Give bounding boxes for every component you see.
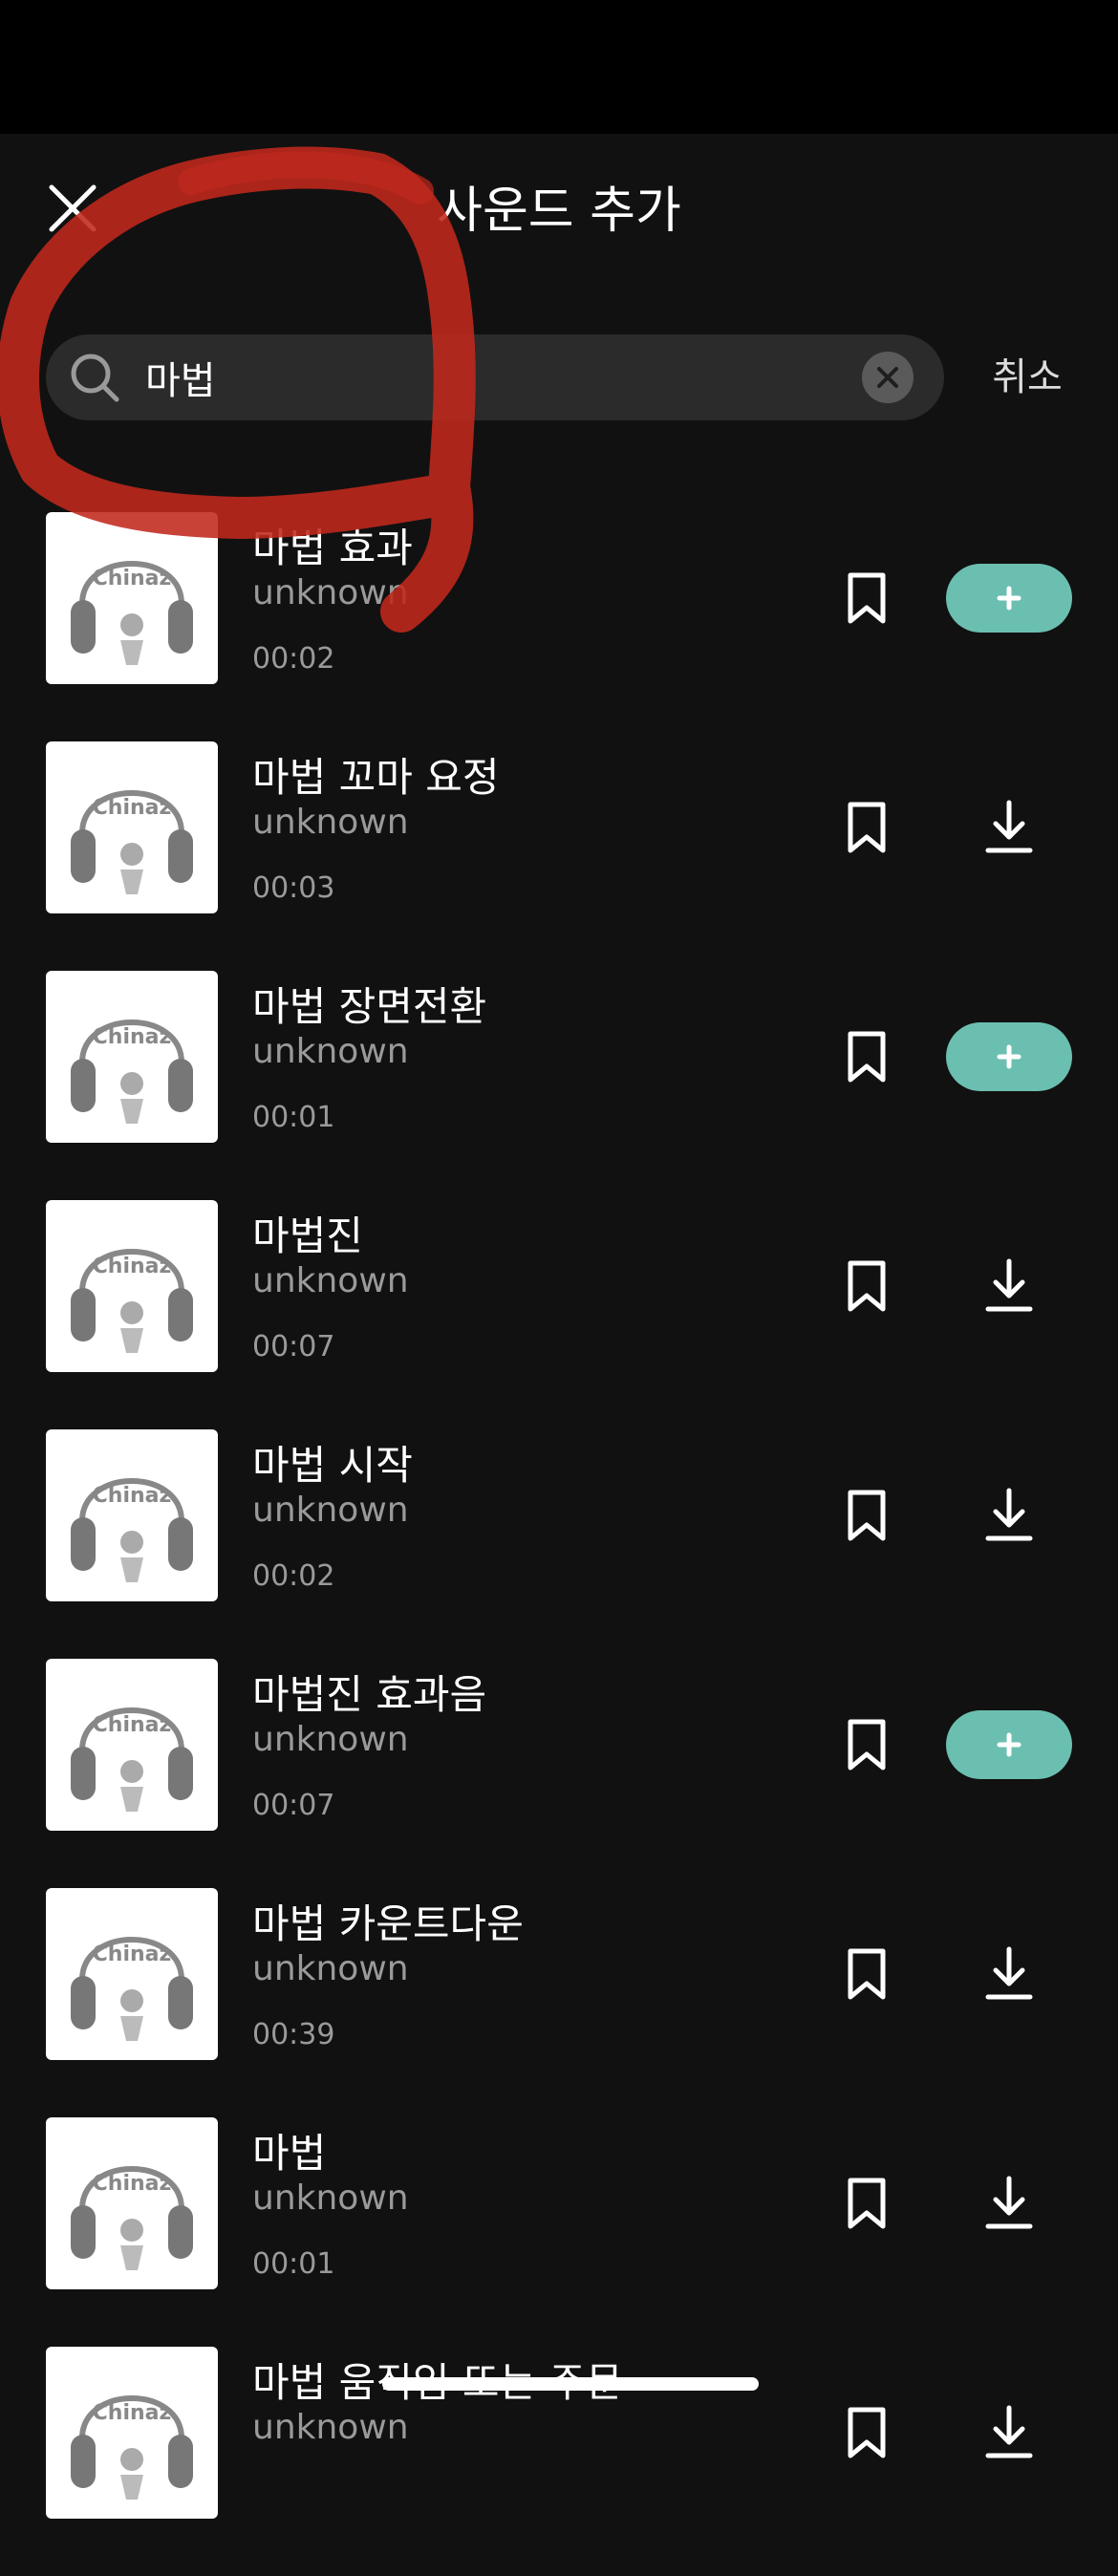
sound-row[interactable]: Chinaz 마법 효과 unknown 00:02 — [0, 512, 1118, 741]
sound-thumbnail: Chinaz — [46, 2117, 218, 2289]
thumbnail-logo-text: Chinaz — [93, 1484, 172, 1508]
bookmark-icon — [848, 2178, 886, 2229]
plus-icon — [997, 586, 1021, 611]
plus-icon — [997, 1044, 1021, 1069]
sound-thumbnail: Chinaz — [46, 971, 218, 1143]
download-button[interactable] — [980, 2402, 1038, 2463]
bookmark-icon — [848, 1948, 886, 2000]
sound-title: 마법 카운트다운 — [252, 1900, 524, 1947]
sound-duration: 00:01 — [252, 1101, 335, 1134]
sound-title: 마법 — [252, 2130, 327, 2177]
download-button[interactable] — [980, 1256, 1038, 1317]
bookmark-icon — [848, 2407, 886, 2458]
sound-duration: 00:07 — [252, 1330, 335, 1363]
sound-duration: 00:03 — [252, 871, 335, 905]
bookmark-button[interactable] — [839, 1945, 894, 2003]
sound-duration: 00:02 — [252, 642, 335, 676]
thumbnail-logo-text: Chinaz — [93, 2401, 172, 2425]
sound-row[interactable]: Chinaz 마법 unknown 00:01 — [0, 2117, 1118, 2347]
sound-artist: unknown — [252, 1032, 409, 1071]
status-bar — [0, 0, 1118, 134]
download-icon — [985, 2405, 1033, 2458]
download-button[interactable] — [980, 2173, 1038, 2234]
add-sound-button[interactable] — [946, 1022, 1072, 1091]
sound-artist: unknown — [252, 1720, 409, 1759]
sound-row[interactable]: Chinaz 마법 카운트다운 unknown 00:39 — [0, 1888, 1118, 2117]
bookmark-button[interactable] — [839, 569, 894, 627]
sound-thumbnail: Chinaz — [46, 1659, 218, 1831]
sound-title: 마법 효과 — [252, 525, 413, 571]
sound-thumbnail: Chinaz — [46, 1888, 218, 2060]
clear-icon — [862, 352, 914, 403]
sound-duration: 00:39 — [252, 2018, 335, 2051]
bookmark-button[interactable] — [839, 2404, 894, 2461]
add-sound-button[interactable] — [946, 1710, 1072, 1779]
bookmark-button[interactable] — [839, 1487, 894, 1544]
bookmark-button[interactable] — [839, 1257, 894, 1315]
thumbnail-logo-text: Chinaz — [93, 1025, 172, 1049]
sound-row[interactable]: Chinaz 마법 시작 unknown 00:02 — [0, 1429, 1118, 1659]
bookmark-button[interactable] — [839, 1716, 894, 1773]
sound-title: 마법진 — [252, 1213, 363, 1259]
download-icon — [985, 800, 1033, 853]
sound-title: 마법 꼬마 요정 — [252, 754, 500, 801]
download-icon — [985, 1258, 1033, 1312]
bookmark-icon — [848, 1260, 886, 1312]
sound-artist: unknown — [252, 2408, 409, 2447]
sound-thumbnail: Chinaz — [46, 741, 218, 913]
clear-search-button[interactable] — [862, 352, 914, 403]
download-button[interactable] — [980, 1943, 1038, 2005]
cancel-button[interactable]: 취소 — [965, 334, 1089, 420]
sound-title: 마법 시작 — [252, 1442, 413, 1489]
plus-icon — [997, 1732, 1021, 1757]
sound-row[interactable]: Chinaz 마법 장면전환 unknown 00:01 — [0, 971, 1118, 1200]
bookmark-icon — [848, 1719, 886, 1771]
thumbnail-logo-text: Chinaz — [93, 2172, 172, 2196]
thumbnail-logo-text: Chinaz — [93, 567, 172, 590]
sound-title: 마법 장면전환 — [252, 983, 487, 1030]
sound-artist: unknown — [252, 1949, 409, 1988]
sound-thumbnail: Chinaz — [46, 512, 218, 684]
bookmark-icon — [848, 1490, 886, 1541]
sound-thumbnail: Chinaz — [46, 1429, 218, 1601]
search-input[interactable] — [145, 342, 891, 413]
header: 사운드 추가 — [0, 134, 1118, 277]
download-icon — [985, 1488, 1033, 1541]
search-bar[interactable] — [46, 334, 944, 420]
home-indicator — [382, 2377, 759, 2391]
bookmark-icon — [848, 802, 886, 853]
bookmark-icon — [848, 572, 886, 624]
sound-row[interactable]: Chinaz 마법진 unknown 00:07 — [0, 1200, 1118, 1429]
download-button[interactable] — [980, 797, 1038, 858]
bookmark-button[interactable] — [839, 799, 894, 856]
sound-title: 마법진 효과음 — [252, 1671, 487, 1718]
sound-row[interactable]: Chinaz 마법 꼬마 요정 unknown 00:03 — [0, 741, 1118, 971]
thumbnail-logo-text: Chinaz — [93, 796, 172, 820]
sound-artist: unknown — [252, 573, 409, 612]
download-icon — [985, 1946, 1033, 2000]
bookmark-icon — [848, 1031, 886, 1083]
sound-duration: 00:01 — [252, 2247, 335, 2281]
search-icon — [71, 354, 119, 402]
sound-artist: unknown — [252, 1491, 409, 1530]
sound-thumbnail: Chinaz — [46, 2347, 218, 2519]
add-sound-button[interactable] — [946, 564, 1072, 633]
page-title: 사운드 추가 — [437, 182, 681, 240]
download-icon — [985, 2176, 1033, 2229]
sound-artist: unknown — [252, 1261, 409, 1300]
sound-thumbnail: Chinaz — [46, 1200, 218, 1372]
bookmark-button[interactable] — [839, 2175, 894, 2232]
thumbnail-logo-text: Chinaz — [93, 1713, 172, 1737]
download-button[interactable] — [980, 1485, 1038, 1546]
bookmark-button[interactable] — [839, 1028, 894, 1085]
sound-duration: 00:07 — [252, 1789, 335, 1822]
sound-row[interactable]: Chinaz 마법진 효과음 unknown 00:07 — [0, 1659, 1118, 1888]
sound-artist: unknown — [252, 803, 409, 842]
sound-artist: unknown — [252, 2179, 409, 2218]
thumbnail-logo-text: Chinaz — [93, 1943, 172, 1966]
thumbnail-logo-text: Chinaz — [93, 1255, 172, 1278]
sound-duration: 00:02 — [252, 1559, 335, 1593]
